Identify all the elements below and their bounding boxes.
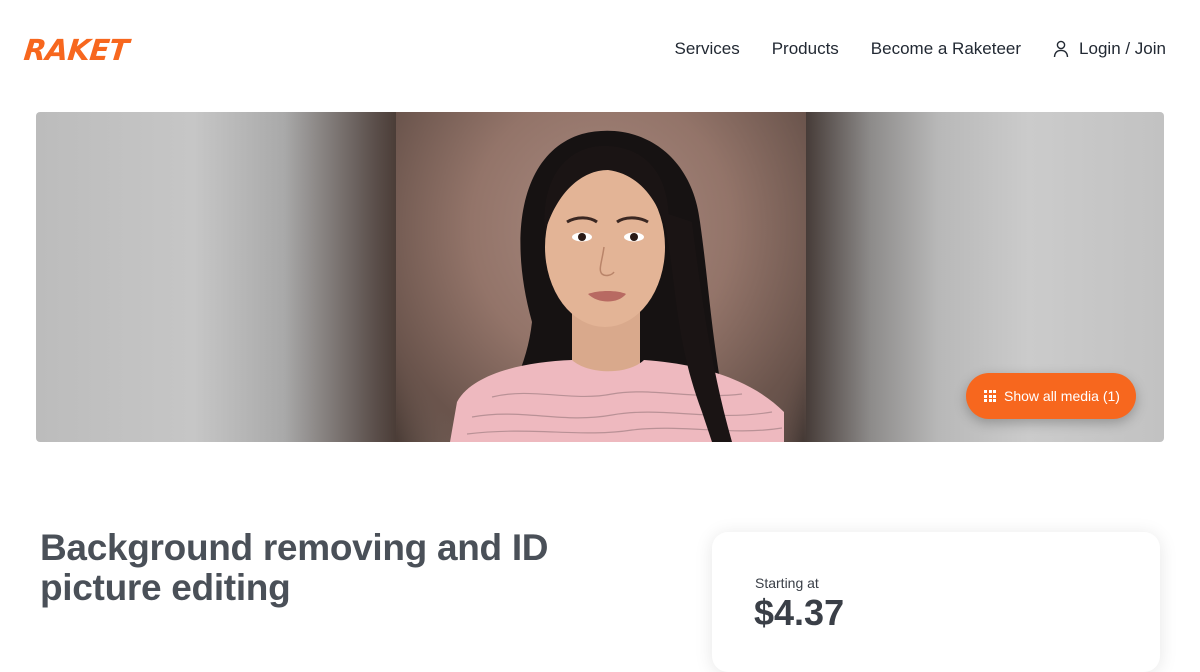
show-all-media-button[interactable]: Show all media (1) <box>966 373 1136 419</box>
starting-at-label: Starting at <box>755 575 819 591</box>
nav-item-products[interactable]: Products <box>772 37 839 61</box>
main-nav: Services Products Become a Raketeer Logi… <box>675 37 1166 61</box>
pricing-card: Starting at $4.37 <box>712 532 1160 672</box>
login-join-label: Login / Join <box>1079 39 1166 58</box>
nav-item-become-raketeer[interactable]: Become a Raketeer <box>871 37 1021 61</box>
user-icon <box>1053 40 1069 58</box>
raket-logo[interactable]: RAKET <box>22 33 130 67</box>
grid-icon <box>984 390 996 402</box>
show-all-media-label: Show all media (1) <box>1004 388 1120 404</box>
portrait-photo <box>450 130 784 442</box>
price-value: $4.37 <box>754 592 845 633</box>
login-join-link[interactable]: Login / Join <box>1053 37 1166 61</box>
hero-media[interactable]: Show all media (1) <box>36 112 1164 442</box>
nav-item-services[interactable]: Services <box>675 37 740 61</box>
listing-title: Background removing and ID picture editi… <box>40 527 549 608</box>
site-header: RAKET Services Products Become a Raketee… <box>0 0 1200 100</box>
